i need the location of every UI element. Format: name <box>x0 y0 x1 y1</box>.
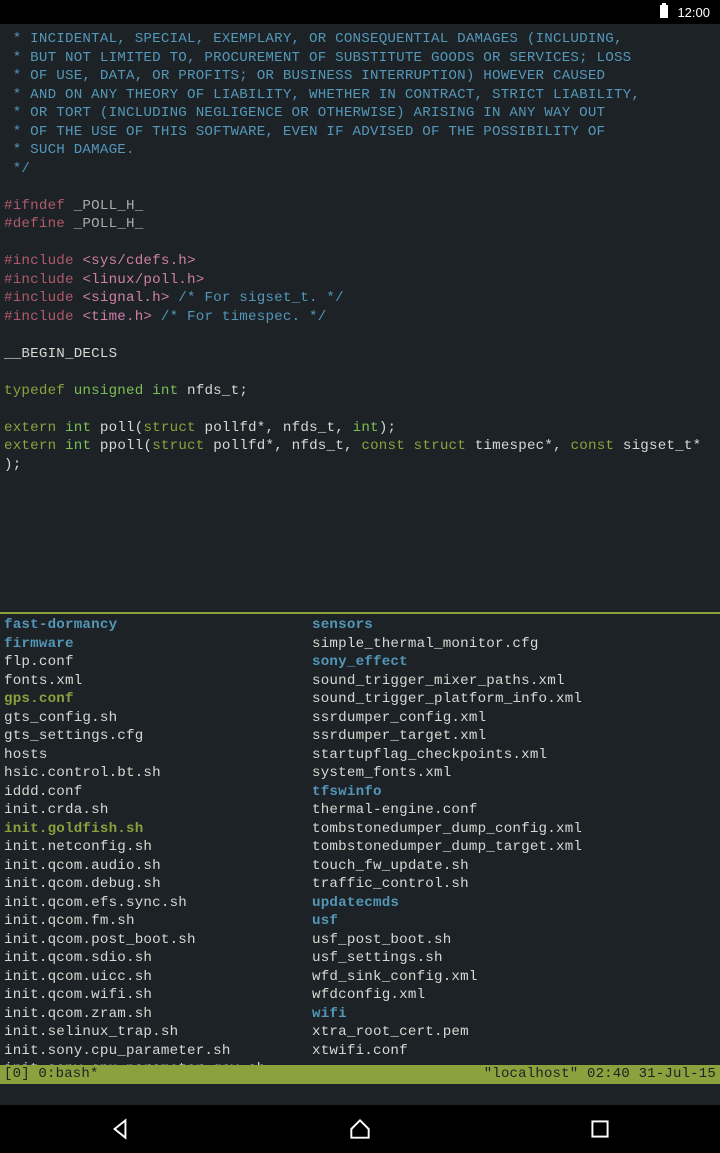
ls-column-1: fast-dormancy firmware flp.conf fonts.xm… <box>4 616 312 1079</box>
shell-pane[interactable]: fast-dormancy firmware flp.conf fonts.xm… <box>0 614 720 1084</box>
tmux-status-right: "localhost" 02:40 31-Jul-15 <box>484 1065 716 1084</box>
home-button[interactable] <box>336 1105 384 1153</box>
android-status-bar: 12:00 <box>0 0 720 24</box>
editor-pane[interactable]: * INCIDENTAL, SPECIAL, EXEMPLARY, OR CON… <box>0 24 720 612</box>
android-nav-bar <box>0 1105 720 1153</box>
recents-button[interactable] <box>576 1105 624 1153</box>
tmux-window-list[interactable]: [0] 0:bash* <box>4 1065 99 1084</box>
tmux-status-bar[interactable]: [0] 0:bash* "localhost" 02:40 31-Jul-15 <box>0 1065 720 1084</box>
battery-icon <box>659 3 669 22</box>
source-code: * INCIDENTAL, SPECIAL, EXEMPLARY, OR CON… <box>4 30 716 474</box>
ls-column-2: sensors simple_thermal_monitor.cfg sony_… <box>312 616 620 1079</box>
terminal[interactable]: * INCIDENTAL, SPECIAL, EXEMPLARY, OR CON… <box>0 24 720 1105</box>
back-button[interactable] <box>96 1105 144 1153</box>
ls-output: fast-dormancy firmware flp.conf fonts.xm… <box>4 616 716 1079</box>
clock: 12:00 <box>677 5 710 20</box>
